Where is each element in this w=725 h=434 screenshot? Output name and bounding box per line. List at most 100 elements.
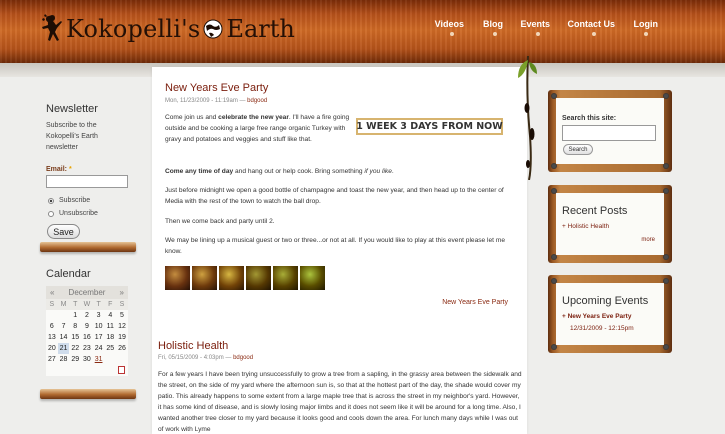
calendar-week-row: 27 28 29 30 31 [46, 354, 128, 365]
calendar-day: 6 [49, 323, 54, 330]
nav-login[interactable]: Login [634, 19, 659, 29]
post-title-link[interactable]: Holistic Health [158, 340, 228, 352]
bolt-icon [663, 278, 669, 284]
text-run: and hang out or help cook. Bring somethi… [233, 168, 365, 175]
calendar-week-row: 12345 [46, 310, 128, 321]
site-logo[interactable]: Kokopelli's Earth [40, 13, 295, 45]
wood-shelf-divider [40, 242, 136, 252]
bolt-icon [663, 254, 669, 260]
photo-thumbnail[interactable] [246, 266, 271, 290]
calendar-day: 29 [71, 356, 80, 363]
email-label: Email: * [46, 164, 72, 175]
search-button[interactable]: Search [563, 144, 593, 155]
text-run-bold: Come any time of day [165, 168, 234, 175]
post-author-link[interactable]: bdgood [247, 98, 267, 104]
bolt-icon [663, 163, 669, 169]
upcoming-events-inner: Upcoming Events New Years Eve Party 12/3… [556, 283, 664, 345]
post-title-link[interactable]: New Years Eve Party [165, 82, 268, 94]
calendar-day: 12 [118, 323, 126, 330]
post-paragraph: We may be lining up a musical guest or t… [165, 237, 505, 255]
bolt-icon [663, 188, 669, 194]
unsubscribe-radio[interactable] [48, 210, 54, 217]
bolt-icon [551, 254, 557, 260]
photo-thumbnail[interactable] [219, 266, 244, 290]
subscribe-label: Subscribe [59, 197, 91, 204]
upcoming-events-title: Upcoming Events [562, 295, 649, 307]
calendar-day: 9 [84, 323, 89, 330]
calendar-day: 4 [108, 312, 113, 319]
photo-thumbnail[interactable] [300, 266, 325, 290]
recent-posts-title: Recent Posts [562, 205, 628, 217]
calendar-day: 10 [94, 323, 103, 330]
calendar-day: 13 [47, 334, 56, 341]
calendar-weekday-row: S M T W T F S [46, 299, 128, 310]
calendar-day: 18 [106, 334, 115, 341]
calendar-empty-cell [58, 310, 70, 321]
calendar-day: 2 [84, 312, 89, 319]
wood-shelf-divider [40, 389, 136, 399]
calendar-day: 27 [47, 356, 56, 363]
post-tag-link[interactable]: New Years Eve Party [442, 299, 508, 306]
photo-gallery [165, 266, 327, 290]
photo-thumbnail[interactable] [273, 266, 298, 290]
calendar-week-row: 20 21 22 23 24 25 26 [46, 343, 128, 354]
calendar-header: « December » [46, 286, 128, 299]
calendar-day: 8 [73, 323, 78, 330]
weekday-label: S [46, 299, 58, 310]
recent-posts-block: Recent Posts Holistic Health more [548, 185, 672, 263]
post-paragraph: Come join us and celebrate the new year.… [165, 112, 353, 145]
subscribe-option[interactable]: Subscribe [48, 195, 90, 206]
newsletter-description: Subscribe to the Kokopelli's Earth newsl… [46, 122, 98, 151]
nav-videos[interactable]: Videos [435, 19, 464, 29]
calendar-day: 24 [94, 345, 103, 352]
calendar-next-button[interactable]: » [120, 288, 124, 297]
unsubscribe-option[interactable]: Unsubscribe [48, 208, 98, 219]
bolt-icon [551, 278, 557, 284]
post-author-link[interactable]: bdgood [233, 355, 253, 361]
calendar-empty-cell [46, 310, 58, 321]
upcoming-events-block: Upcoming Events New Years Eve Party 12/3… [548, 275, 672, 353]
save-button[interactable]: Save [47, 224, 80, 239]
calendar-day: 7 [61, 323, 66, 330]
text-run: . [391, 168, 394, 175]
search-block: Search this site: Search [548, 90, 672, 172]
calendar-week-row: 13 14 15 16 17 18 19 [46, 332, 128, 343]
nav-events[interactable]: Events [520, 19, 550, 29]
site-header: Kokopelli's Earth Videos Blog Events Con… [0, 0, 725, 63]
calendar-day: 19 [118, 334, 126, 341]
search-input[interactable] [562, 125, 656, 141]
calendar-day: 30 [83, 356, 91, 363]
calendar-day: 20 [47, 345, 56, 352]
event-link[interactable]: New Years Eve Party [562, 313, 632, 320]
weekday-label: T [69, 299, 82, 310]
calendar-day[interactable]: 31 [93, 354, 105, 365]
logo-text-part2: Earth [226, 15, 295, 43]
post-meta: Mon, 11/23/2009 - 11:19am — bdgood [165, 98, 267, 104]
post-date: Mon, 11/23/2009 - 11:19am [165, 98, 238, 104]
logo-text-part1: Kokopelli's [66, 15, 201, 43]
text-run-bold: celebrate the new year [218, 114, 289, 121]
calendar-empty-cell [104, 354, 116, 365]
newsletter-title: Newsletter [46, 103, 98, 115]
calendar-month: December [68, 288, 106, 297]
weekday-label: W [81, 299, 93, 310]
recent-post-link[interactable]: Holistic Health [562, 223, 610, 230]
more-link[interactable]: more [641, 237, 655, 243]
photo-thumbnail[interactable] [192, 266, 217, 290]
text-run-italic: if you like [364, 168, 392, 175]
calendar-day: 25 [106, 345, 115, 352]
bolt-icon [551, 163, 557, 169]
photo-thumbnail[interactable] [165, 266, 190, 290]
post-paragraph: Then we come back and party until 2. [165, 218, 275, 225]
post-paragraph: Just before midnight we open a good bott… [165, 187, 504, 205]
calendar-days: 1 2 3 4 5 6 7 8 9 10 11 12 13 14 15 16 17 18 19 20 21 22 23 24 2… [46, 310, 128, 365]
calendar-day: 23 [83, 345, 91, 352]
meta-separator: — [237, 98, 248, 104]
nav-blog[interactable]: Blog [483, 19, 503, 29]
calendar-icon[interactable] [118, 366, 125, 374]
nav-contact-us[interactable]: Contact Us [567, 19, 615, 29]
calendar-prev-button[interactable]: « [50, 288, 54, 297]
calendar-widget: « December » S M T W T F S 1 2 3 4 5 6 7 8 9 10 11… [46, 286, 128, 376]
subscribe-radio[interactable] [48, 197, 54, 204]
email-field[interactable] [46, 175, 128, 188]
